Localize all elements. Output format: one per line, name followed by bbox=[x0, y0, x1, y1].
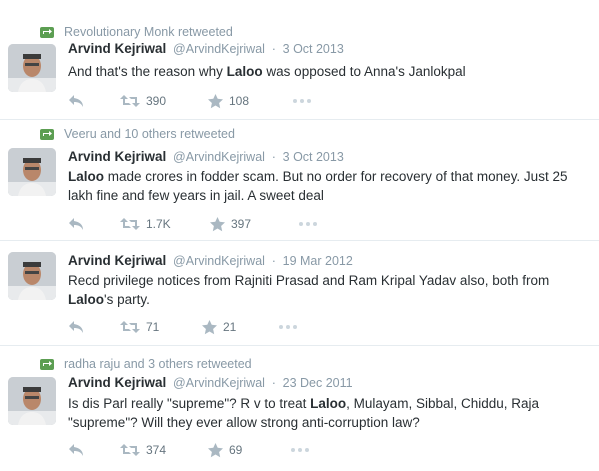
retweeted-by-label[interactable]: radha raju and 3 others retweeted bbox=[64, 357, 252, 371]
separator: · bbox=[271, 254, 276, 268]
tweet-header: Arvind Kejriwal @ArvindKejriwal · 19 Mar… bbox=[68, 253, 353, 271]
text-segment: made crores in fodder scam. But no order… bbox=[68, 169, 568, 203]
tweet-text: And that's the reason why Laloo was oppo… bbox=[68, 62, 594, 81]
retweet-icon bbox=[40, 358, 54, 370]
retweeted-by-label[interactable]: Revolutionary Monk retweeted bbox=[64, 25, 233, 39]
avatar[interactable] bbox=[8, 148, 56, 196]
more-dots-icon[interactable] bbox=[292, 92, 312, 110]
tweet-text: Laloo made crores in fodder scam. But no… bbox=[68, 167, 594, 205]
tweet-date[interactable]: 23 Dec 2011 bbox=[283, 376, 353, 390]
more-dots-icon[interactable] bbox=[290, 441, 310, 459]
retweeted-by-label[interactable]: Veeru and 10 others retweeted bbox=[64, 127, 235, 141]
retweet-count: 390 bbox=[146, 94, 167, 108]
favorite-button[interactable]: 397 bbox=[210, 215, 251, 233]
retweet-icon bbox=[120, 443, 140, 457]
tweet-text: Recd privilege notices from Rajniti Pras… bbox=[68, 271, 594, 309]
star-icon bbox=[210, 216, 225, 232]
star-icon bbox=[208, 93, 223, 109]
favorite-count: 69 bbox=[229, 443, 243, 457]
tweet-actions: 374 69 bbox=[68, 441, 368, 459]
favorite-count: 108 bbox=[229, 94, 250, 108]
author-handle[interactable]: @ArvindKejriwal bbox=[173, 150, 265, 164]
text-segment: Is dis Parl really "supreme"? R v to tre… bbox=[68, 396, 311, 411]
tweet-actions: 390 108 bbox=[68, 92, 368, 110]
avatar[interactable] bbox=[8, 252, 56, 300]
tweet-date[interactable]: 3 Oct 2013 bbox=[283, 150, 344, 164]
text-segment-bold: Laloo bbox=[226, 64, 263, 79]
retweet-button[interactable]: 390 bbox=[120, 92, 166, 110]
separator: · bbox=[271, 376, 276, 390]
retweet-icon bbox=[120, 320, 140, 334]
retweet-context[interactable]: Veeru and 10 others retweeted bbox=[40, 126, 235, 142]
text-segment: Recd privilege notices from Rajniti Pras… bbox=[68, 273, 550, 288]
reply-icon[interactable] bbox=[68, 92, 84, 110]
tweet-4[interactable]: radha raju and 3 others retweeted Arvind… bbox=[0, 346, 599, 471]
star-icon bbox=[208, 442, 223, 458]
separator: · bbox=[271, 42, 276, 56]
reply-icon[interactable] bbox=[68, 318, 84, 336]
tweet-1[interactable]: Revolutionary Monk retweeted Arvind Kejr… bbox=[0, 0, 599, 119]
text-segment-bold: Laloo bbox=[68, 169, 104, 184]
retweet-button[interactable]: 71 bbox=[120, 318, 159, 336]
favorite-count: 21 bbox=[223, 320, 237, 334]
tweet-actions: 71 21 bbox=[68, 318, 368, 336]
avatar[interactable] bbox=[8, 377, 56, 425]
separator: · bbox=[271, 150, 276, 164]
author-handle[interactable]: @ArvindKejriwal bbox=[173, 376, 265, 390]
text-segment: was opposed to Anna's Janlokpal bbox=[262, 64, 466, 79]
retweet-context[interactable]: Revolutionary Monk retweeted bbox=[40, 24, 233, 40]
retweet-count: 374 bbox=[146, 443, 167, 457]
star-icon bbox=[202, 319, 217, 335]
tweet-header: Arvind Kejriwal @ArvindKejriwal · 3 Oct … bbox=[68, 41, 344, 59]
retweet-context[interactable]: radha raju and 3 others retweeted bbox=[40, 356, 252, 372]
retweet-count: 71 bbox=[146, 320, 160, 334]
tweet-timeline: Revolutionary Monk retweeted Arvind Kejr… bbox=[0, 0, 599, 471]
tweet-date[interactable]: 19 Mar 2012 bbox=[283, 254, 353, 268]
retweet-icon bbox=[40, 26, 54, 38]
tweet-3[interactable]: Arvind Kejriwal @ArvindKejriwal · 19 Mar… bbox=[0, 241, 599, 345]
author-handle[interactable]: @ArvindKejriwal bbox=[173, 42, 265, 56]
retweet-count: 1.7K bbox=[146, 217, 171, 231]
author-name[interactable]: Arvind Kejriwal bbox=[68, 149, 166, 164]
author-name[interactable]: Arvind Kejriwal bbox=[68, 375, 166, 390]
favorite-count: 397 bbox=[231, 217, 252, 231]
reply-icon[interactable] bbox=[68, 215, 84, 233]
text-segment: And that's the reason why bbox=[68, 64, 227, 79]
retweet-button[interactable]: 1.7K bbox=[120, 215, 171, 233]
author-handle[interactable]: @ArvindKejriwal bbox=[173, 254, 265, 268]
retweet-icon bbox=[120, 217, 140, 231]
favorite-button[interactable]: 21 bbox=[202, 318, 236, 336]
retweet-icon bbox=[120, 94, 140, 108]
text-segment-bold: Laloo bbox=[310, 396, 347, 411]
tweet-header: Arvind Kejriwal @ArvindKejriwal · 3 Oct … bbox=[68, 149, 344, 167]
favorite-button[interactable]: 69 bbox=[208, 441, 242, 459]
favorite-button[interactable]: 108 bbox=[208, 92, 249, 110]
retweet-button[interactable]: 374 bbox=[120, 441, 166, 459]
tweet-header: Arvind Kejriwal @ArvindKejriwal · 23 Dec… bbox=[68, 375, 353, 393]
text-segment: 's party. bbox=[104, 292, 150, 307]
tweet-2[interactable]: Veeru and 10 others retweeted Arvind Kej… bbox=[0, 120, 599, 240]
author-name[interactable]: Arvind Kejriwal bbox=[68, 253, 166, 268]
tweet-actions: 1.7K 397 bbox=[68, 215, 368, 233]
author-name[interactable]: Arvind Kejriwal bbox=[68, 41, 166, 56]
text-segment-bold: Laloo bbox=[68, 292, 104, 307]
tweet-text: Is dis Parl really "supreme"? R v to tre… bbox=[68, 394, 594, 432]
retweet-icon bbox=[40, 128, 54, 140]
more-dots-icon[interactable] bbox=[298, 215, 318, 233]
reply-icon[interactable] bbox=[68, 441, 84, 459]
more-dots-icon[interactable] bbox=[278, 318, 298, 336]
tweet-date[interactable]: 3 Oct 2013 bbox=[283, 42, 344, 56]
avatar[interactable] bbox=[8, 44, 56, 92]
